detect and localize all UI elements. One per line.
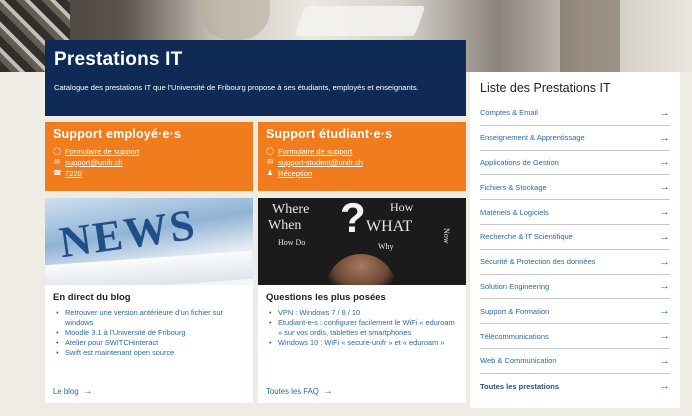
sidebar-item-web-communication[interactable]: Web & Communication →: [480, 349, 670, 374]
employees-support-form-link[interactable]: Formulaire de support: [65, 146, 139, 157]
students-support-form-link[interactable]: Formulaire de support: [278, 146, 352, 157]
sidebar-item-telecommunications[interactable]: Télécommunications →: [480, 324, 670, 349]
chalk-word: Now: [442, 228, 451, 244]
chalk-word: Where: [272, 202, 310, 217]
sidebar-item-label: Télécommunications: [480, 331, 549, 341]
arrow-right-icon: →: [659, 305, 670, 318]
sidebar-item-solution-engineering[interactable]: Solution Engineering →: [480, 275, 670, 300]
students-support-email-link[interactable]: support-student@unifr.ch: [278, 157, 363, 168]
sidebar-item-label: Recherche & IT Scientifique: [480, 232, 573, 242]
faq-item[interactable]: Etudiant-e-s : configurer facilement le …: [266, 318, 458, 338]
sidebar-item-label: Sécurité & Protection des données: [480, 257, 596, 267]
blog-item[interactable]: Swift est maintenant open source: [53, 348, 245, 358]
blog-item[interactable]: Retrouver une version antérieure d'un fi…: [53, 308, 245, 328]
arrow-right-icon: →: [322, 386, 333, 397]
arrow-right-icon: →: [82, 386, 93, 397]
blog-link[interactable]: Le blog →: [53, 386, 93, 397]
chalk-word: How Do: [278, 238, 306, 247]
students-reception-link[interactable]: Réception: [278, 168, 312, 179]
person-icon: ♟: [266, 170, 274, 177]
sidebar-item-label: Toutes les prestations: [480, 381, 560, 391]
sidebar-item-applications-gestion[interactable]: Applications de Gestion →: [480, 151, 670, 176]
sidebar-item-recherche[interactable]: Recherche & IT Scientifique →: [480, 225, 670, 250]
faq-card: Questions les plus posées VPN : Windows …: [258, 285, 466, 403]
employees-support-email-link[interactable]: support@unifr.ch: [65, 157, 123, 168]
sidebar-item-securite[interactable]: Sécurité & Protection des données →: [480, 250, 670, 275]
blog-link-label: Le blog: [53, 387, 79, 396]
services-sidebar: Liste des Prestations IT Comptes & Email…: [470, 72, 680, 408]
arrow-right-icon: →: [659, 106, 670, 119]
sidebar-item-label: Fichiers & Stockage: [480, 182, 547, 192]
support-employees-title: Support employé·e·s: [53, 127, 182, 141]
sidebar-item-enseignement[interactable]: Enseignement & Apprentissage →: [480, 126, 670, 151]
person-photo: [326, 254, 396, 285]
faq-item[interactable]: Windows 10 : WiFi « secure-unifr » et « …: [266, 338, 458, 348]
faq-title: Questions les plus posées: [266, 292, 386, 303]
support-employees-box: Support employé·e·s ◯ Formulaire de suppo…: [45, 122, 253, 191]
chalk-word: WHAT: [366, 218, 413, 235]
sidebar-item-comptes-email[interactable]: Comptes & Email →: [480, 101, 670, 126]
arrow-right-icon: →: [659, 330, 670, 343]
sidebar-item-label: Enseignement & Apprentissage: [480, 133, 585, 143]
page-title: Prestations IT: [54, 49, 183, 70]
sidebar-item-all-services[interactable]: Toutes les prestations →: [480, 374, 670, 399]
blog-list: Retrouver une version antérieure d'un fi…: [53, 308, 245, 358]
blog-card: En direct du blog Retrouver une version …: [45, 285, 253, 403]
blog-item[interactable]: Atelier pour SWITCHinteract: [53, 338, 245, 348]
sidebar-item-materiels-logiciels[interactable]: Matériels & Logiciels →: [480, 200, 670, 225]
arrow-right-icon: →: [659, 156, 670, 169]
sidebar-item-label: Web & Communication: [480, 356, 557, 366]
phone-icon: ☎: [53, 170, 62, 177]
sidebar-item-label: Support & Formation: [480, 306, 550, 316]
arrow-right-icon: →: [659, 131, 670, 144]
page-description: Catalogue des prestations IT que l'Unive…: [54, 83, 419, 92]
sidebar-item-label: Matériels & Logiciels: [480, 207, 549, 217]
arrow-right-icon: →: [659, 280, 670, 293]
envelope-icon: ✉: [54, 159, 60, 166]
arrow-right-icon: →: [659, 354, 670, 367]
chalk-word: How: [390, 200, 414, 214]
sidebar-title: Liste des Prestations IT: [480, 81, 611, 95]
chat-bubble-icon: ◯: [266, 148, 274, 155]
sidebar-item-label: Comptes & Email: [480, 108, 538, 118]
faq-chalkboard-image[interactable]: Where When How WHAT How Do Why Now ?: [258, 198, 466, 285]
title-panel: Prestations IT Catalogue des prestations…: [45, 40, 466, 116]
faq-item[interactable]: VPN : Windows 7 / 8 / 10: [266, 308, 458, 318]
chalk-word: Why: [378, 242, 394, 251]
support-students-box: Support étudiant·e·s ◯ Formulaire de supp…: [258, 122, 466, 191]
arrow-right-icon: →: [659, 181, 670, 194]
support-students-title: Support étudiant·e·s: [266, 127, 393, 141]
question-mark-icon: ?: [340, 198, 366, 241]
arrow-right-icon: →: [659, 230, 670, 243]
arrow-right-icon: →: [659, 206, 670, 219]
sidebar-item-label: Solution Engineering: [480, 281, 550, 291]
faq-list: VPN : Windows 7 / 8 / 10 Etudiant-e-s : …: [266, 308, 458, 348]
faq-link-label: Toutes les FAQ: [266, 387, 319, 396]
arrow-right-icon: →: [659, 255, 670, 268]
chalk-word: When: [268, 218, 302, 233]
sidebar-item-support-formation[interactable]: Support & Formation →: [480, 299, 670, 325]
sidebar-item-label: Applications de Gestion: [480, 157, 559, 167]
envelope-icon: ✉: [267, 159, 273, 166]
blog-title: En direct du blog: [53, 292, 131, 303]
arrow-right-icon: →: [659, 380, 670, 393]
faq-link[interactable]: Toutes les FAQ →: [266, 386, 333, 397]
chat-bubble-icon: ◯: [53, 148, 61, 155]
sidebar-item-fichiers-stockage[interactable]: Fichiers & Stockage →: [480, 175, 670, 201]
blog-item[interactable]: Moodle 3.1 à l'Université de Fribourg: [53, 328, 245, 338]
employees-support-phone-link[interactable]: 7220: [65, 168, 82, 179]
blog-news-image[interactable]: NEWS: [45, 198, 253, 285]
